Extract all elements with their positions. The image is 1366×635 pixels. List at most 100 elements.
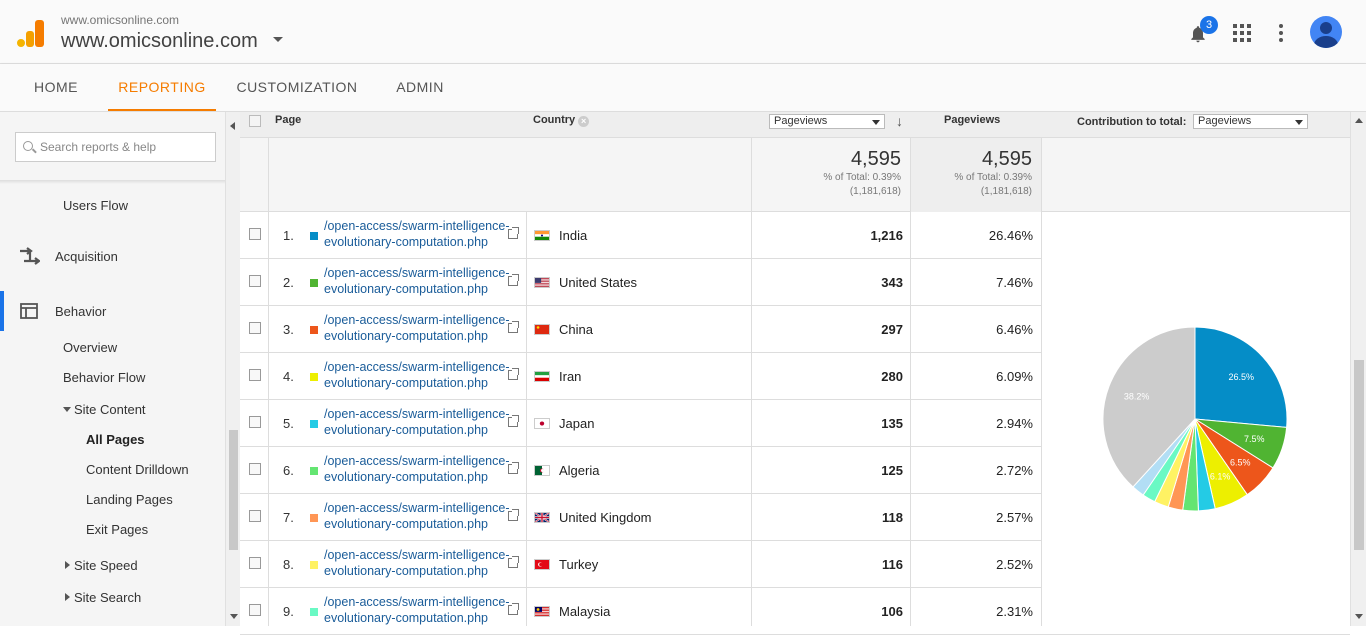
totals-row: 4,595 % of Total: 0.39% (1,181,618) 4,59… <box>240 138 1350 212</box>
row-checkbox[interactable] <box>249 228 261 240</box>
notification-count-badge[interactable]: 3 <box>1200 16 1218 34</box>
row-number: 7. <box>283 510 294 525</box>
country-cell[interactable]: Turkey <box>559 557 598 572</box>
external-link-icon[interactable] <box>508 368 519 380</box>
property-selector[interactable]: www.omicsonline.com <box>61 30 258 53</box>
col-header-pageviews[interactable]: Pageviews <box>944 112 1000 138</box>
row-checkbox[interactable] <box>249 557 261 569</box>
row-checkbox[interactable] <box>249 463 261 475</box>
row-checkbox[interactable] <box>249 416 261 428</box>
page-link[interactable]: /open-access/swarm-intelligence-evolutio… <box>324 406 510 438</box>
row-checkbox[interactable] <box>249 369 261 381</box>
row-checkbox[interactable] <box>249 322 261 334</box>
tab-home[interactable]: HOME <box>20 64 92 111</box>
total-base: (1,181,618) <box>980 186 1032 197</box>
country-cell[interactable]: Malaysia <box>559 604 610 619</box>
percent-value: 2.52% <box>996 557 1033 572</box>
sidebar-scroll-thumb[interactable] <box>229 430 238 550</box>
country-cell[interactable]: United States <box>559 275 637 290</box>
contribution-pie-panel: 26.5% 7.5% 6.5% 6.1% 38.2% <box>1042 212 1350 626</box>
country-cell[interactable]: China <box>559 322 593 337</box>
total-base: (1,181,618) <box>849 186 901 197</box>
metric-select[interactable]: Pageviews <box>769 114 885 129</box>
dropdown-caret-icon <box>872 120 880 125</box>
scroll-up-icon[interactable] <box>1355 118 1363 123</box>
row-checkbox[interactable] <box>249 604 261 616</box>
country-cell[interactable]: United Kingdom <box>559 510 652 525</box>
external-link-icon[interactable] <box>508 274 519 286</box>
percent-cell: 2.94% <box>911 400 1041 447</box>
more-vert-icon[interactable] <box>1279 24 1284 42</box>
sidebar-item-behavior-flow[interactable]: Behavior Flow <box>63 370 145 385</box>
tab-admin[interactable]: ADMIN <box>384 64 456 111</box>
external-link-icon[interactable] <box>508 462 519 474</box>
column-divider <box>910 138 911 626</box>
series-color-swatch <box>310 232 318 240</box>
tab-reporting[interactable]: REPORTING <box>108 64 216 111</box>
external-link-icon[interactable] <box>508 556 519 568</box>
row-checkbox[interactable] <box>249 510 261 522</box>
sidebar-item-content-drilldown[interactable]: Content Drilldown <box>86 462 189 477</box>
page-link[interactable]: /open-access/swarm-intelligence-evolutio… <box>324 594 510 626</box>
external-link-icon[interactable] <box>508 509 519 521</box>
scroll-down-icon[interactable] <box>230 614 238 619</box>
page-link[interactable]: /open-access/swarm-intelligence-evolutio… <box>324 359 510 391</box>
caret-down-icon[interactable] <box>273 37 283 42</box>
page-link[interactable]: /open-access/swarm-intelligence-evolutio… <box>324 312 510 344</box>
tab-customization[interactable]: CUSTOMIZATION <box>232 64 362 111</box>
sidebar-scrollbar[interactable] <box>225 112 240 626</box>
col-header-page[interactable]: Page <box>275 112 301 138</box>
external-link-icon[interactable] <box>508 415 519 427</box>
series-color-swatch <box>310 467 318 475</box>
scroll-down-icon[interactable] <box>1355 614 1363 619</box>
page-link[interactable]: /open-access/swarm-intelligence-evolutio… <box>324 500 510 532</box>
main-scroll-thumb[interactable] <box>1354 360 1364 550</box>
sort-desc-icon[interactable]: ↓ <box>896 113 903 129</box>
sidebar-item-exit-pages[interactable]: Exit Pages <box>86 522 148 537</box>
sidebar-item-site-speed[interactable]: Site Speed <box>65 558 138 573</box>
row-number: 6. <box>283 463 294 478</box>
percent-value: 6.46% <box>996 322 1033 337</box>
search-box[interactable] <box>15 132 216 162</box>
sidebar-item-site-search[interactable]: Site Search <box>65 590 141 605</box>
sidebar-item-acquisition[interactable]: Acquisition <box>55 249 118 264</box>
search-icon <box>23 141 33 151</box>
country-cell[interactable]: Iran <box>559 369 581 384</box>
external-link-icon[interactable] <box>508 321 519 333</box>
sidebar-item-users-flow[interactable]: Users Flow <box>63 198 128 213</box>
pageviews-value: 125 <box>881 463 903 478</box>
row-number: 4. <box>283 369 294 384</box>
analytics-logo-icon[interactable] <box>17 19 45 47</box>
acquisition-icon <box>20 247 40 265</box>
india-flag-icon <box>534 230 550 241</box>
page-link[interactable]: /open-access/swarm-intelligence-evolutio… <box>324 218 510 250</box>
col-header-country[interactable]: Country × <box>533 112 590 138</box>
page-link[interactable]: /open-access/swarm-intelligence-evolutio… <box>324 453 510 485</box>
main-scrollbar[interactable] <box>1350 112 1366 626</box>
sidebar-item-landing-pages[interactable]: Landing Pages <box>86 492 173 507</box>
contribution-select[interactable]: Pageviews <box>1193 114 1308 129</box>
collapse-left-icon[interactable] <box>230 122 235 130</box>
sidebar-item-site-content[interactable]: Site Content <box>63 402 146 417</box>
country-cell[interactable]: Japan <box>559 416 594 431</box>
select-all-checkbox[interactable] <box>249 115 261 127</box>
column-divider <box>751 138 752 626</box>
avatar-icon[interactable] <box>1310 16 1342 48</box>
country-cell[interactable]: Algeria <box>559 463 599 478</box>
remove-dimension-icon[interactable]: × <box>578 116 590 127</box>
apps-grid-icon[interactable] <box>1233 24 1251 42</box>
search-input[interactable] <box>40 133 210 161</box>
country-cell[interactable]: India <box>559 228 587 243</box>
row-number: 9. <box>283 604 294 619</box>
sidebar-item-behavior[interactable]: Behavior <box>55 304 106 319</box>
metric-cell: 106 <box>752 588 910 635</box>
row-checkbox[interactable] <box>249 275 261 287</box>
sidebar-item-all-pages[interactable]: All Pages <box>86 432 145 447</box>
sidebar-item-overview[interactable]: Overview <box>63 340 117 355</box>
page-link[interactable]: /open-access/swarm-intelligence-evolutio… <box>324 547 510 579</box>
external-link-icon[interactable] <box>508 603 519 615</box>
external-link-icon[interactable] <box>508 227 519 239</box>
contribution-label: Contribution to total: <box>1077 116 1187 128</box>
series-color-swatch <box>310 420 318 428</box>
page-link[interactable]: /open-access/swarm-intelligence-evolutio… <box>324 265 510 297</box>
